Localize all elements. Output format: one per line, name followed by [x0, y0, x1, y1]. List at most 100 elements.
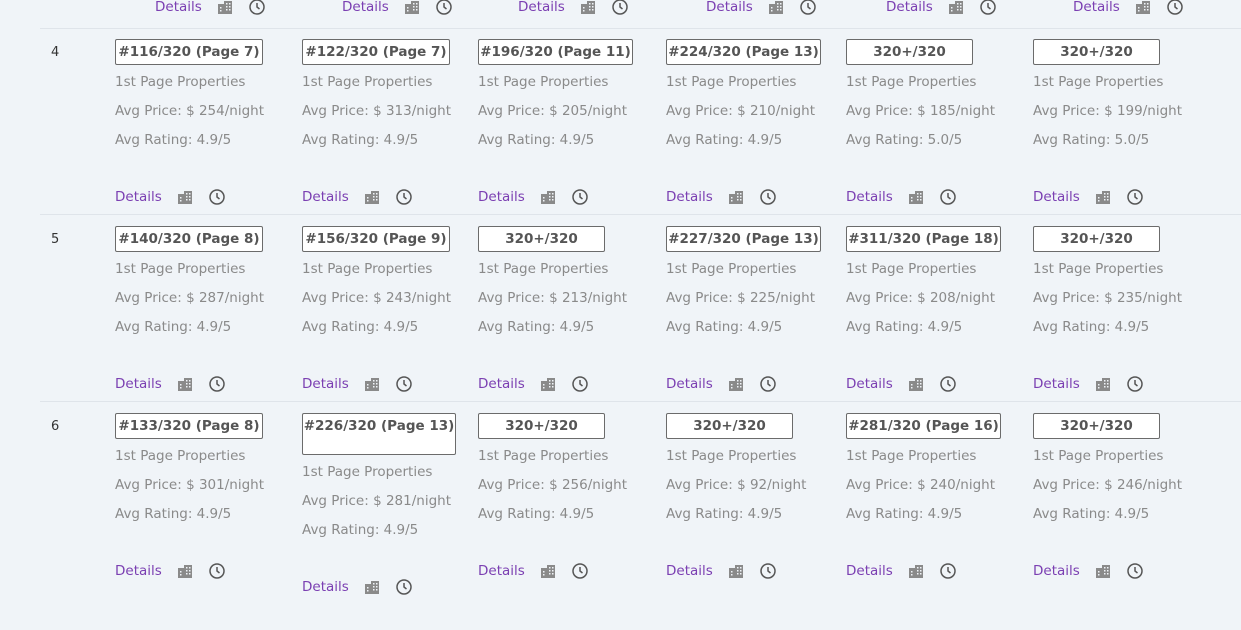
history-clock-icon[interactable] [759, 188, 777, 206]
rank-position-badge[interactable]: 320+/320 [478, 226, 605, 252]
rank-cell: #140/320 (Page 8) 1st Page Properties Av… [115, 226, 264, 392]
building-icon[interactable] [216, 0, 234, 16]
rank-position-badge[interactable]: 320+/320 [666, 413, 793, 439]
details-link[interactable]: Details [666, 189, 713, 205]
details-link[interactable]: Details [706, 0, 753, 15]
avg-rating: Avg Rating: 4.9/5 [302, 522, 419, 538]
rank-cell: #156/320 (Page 9) 1st Page Properties Av… [302, 226, 451, 392]
building-icon[interactable] [176, 562, 194, 580]
building-icon[interactable] [539, 188, 557, 206]
history-clock-icon[interactable] [208, 562, 226, 580]
details-link[interactable]: Details [1033, 376, 1080, 392]
building-icon[interactable] [176, 375, 194, 393]
details-link[interactable]: Details [342, 0, 389, 15]
building-icon[interactable] [579, 0, 597, 16]
building-icon[interactable] [363, 188, 381, 206]
details-link[interactable]: Details [302, 376, 349, 392]
building-icon[interactable] [1094, 562, 1112, 580]
history-clock-icon[interactable] [571, 375, 589, 393]
details-link[interactable]: Details [302, 189, 349, 205]
rank-position-badge[interactable]: #140/320 (Page 8) [115, 226, 263, 252]
building-icon[interactable] [363, 578, 381, 596]
history-clock-icon[interactable] [435, 0, 453, 16]
history-clock-icon[interactable] [208, 375, 226, 393]
building-icon[interactable] [1134, 0, 1152, 16]
details-link[interactable]: Details [886, 0, 933, 15]
building-icon[interactable] [947, 0, 965, 16]
building-icon[interactable] [907, 188, 925, 206]
history-clock-icon[interactable] [1126, 375, 1144, 393]
details-link[interactable]: Details [155, 0, 202, 15]
building-icon[interactable] [1094, 375, 1112, 393]
rank-position-badge[interactable]: #311/320 (Page 18) [846, 226, 1001, 252]
details-link[interactable]: Details [846, 563, 893, 579]
history-clock-icon[interactable] [1126, 562, 1144, 580]
details-link[interactable]: Details [478, 189, 525, 205]
rank-position-badge[interactable]: #116/320 (Page 7) [115, 39, 263, 65]
history-clock-icon[interactable] [248, 0, 266, 16]
building-icon[interactable] [403, 0, 421, 16]
first-page-label: 1st Page Properties [115, 261, 246, 277]
history-clock-icon[interactable] [939, 375, 957, 393]
details-link[interactable]: Details [846, 189, 893, 205]
details-link[interactable]: Details [478, 376, 525, 392]
history-clock-icon[interactable] [1126, 188, 1144, 206]
building-icon[interactable] [176, 188, 194, 206]
building-icon[interactable] [727, 188, 745, 206]
history-clock-icon[interactable] [799, 0, 817, 16]
building-icon[interactable] [907, 562, 925, 580]
building-icon[interactable] [907, 375, 925, 393]
building-icon[interactable] [727, 562, 745, 580]
details-link[interactable]: Details [115, 376, 162, 392]
details-link[interactable]: Details [302, 579, 349, 595]
rank-position-badge[interactable]: #224/320 (Page 13) [666, 39, 821, 65]
history-clock-icon[interactable] [395, 188, 413, 206]
details-link[interactable]: Details [1073, 0, 1120, 15]
building-icon[interactable] [767, 0, 785, 16]
avg-price: Avg Price: $ 313/night [302, 103, 451, 119]
building-icon[interactable] [539, 375, 557, 393]
rank-position-badge[interactable]: #133/320 (Page 8) [115, 413, 263, 439]
details-link[interactable]: Details [115, 563, 162, 579]
details-link[interactable]: Details [846, 376, 893, 392]
details-link[interactable]: Details [115, 189, 162, 205]
avg-rating: Avg Rating: 4.9/5 [115, 506, 232, 522]
rank-position-badge[interactable]: 320+/320 [1033, 413, 1160, 439]
rank-position-badge[interactable]: #156/320 (Page 9) [302, 226, 450, 252]
history-clock-icon[interactable] [939, 562, 957, 580]
building-icon[interactable] [727, 375, 745, 393]
rank-position-badge[interactable]: 320+/320 [478, 413, 605, 439]
history-clock-icon[interactable] [571, 562, 589, 580]
rank-position-badge[interactable]: #122/320 (Page 7) [302, 39, 450, 65]
avg-price: Avg Price: $ 210/night [666, 103, 815, 119]
rank-position-badge[interactable]: #226/320 (Page 13) [302, 413, 456, 455]
history-clock-icon[interactable] [208, 188, 226, 206]
details-link[interactable]: Details [666, 376, 713, 392]
building-icon[interactable] [539, 562, 557, 580]
rank-position-badge[interactable]: #281/320 (Page 16) [846, 413, 1001, 439]
details-link[interactable]: Details [666, 563, 713, 579]
history-clock-icon[interactable] [395, 375, 413, 393]
history-clock-icon[interactable] [939, 188, 957, 206]
history-clock-icon[interactable] [979, 0, 997, 16]
avg-rating: Avg Rating: 4.9/5 [302, 132, 419, 148]
history-clock-icon[interactable] [395, 578, 413, 596]
building-icon[interactable] [363, 375, 381, 393]
rank-position-badge[interactable]: 320+/320 [1033, 226, 1160, 252]
rank-position-badge[interactable]: 320+/320 [846, 39, 973, 65]
history-clock-icon[interactable] [759, 375, 777, 393]
avg-price: Avg Price: $ 256/night [478, 477, 627, 493]
history-clock-icon[interactable] [1166, 0, 1184, 16]
rank-position-badge[interactable]: #227/320 (Page 13) [666, 226, 821, 252]
history-clock-icon[interactable] [571, 188, 589, 206]
history-clock-icon[interactable] [611, 0, 629, 16]
rank-position-badge[interactable]: #196/320 (Page 11) [478, 39, 633, 65]
rank-position-badge[interactable]: 320+/320 [1033, 39, 1160, 65]
building-icon[interactable] [1094, 188, 1112, 206]
details-link[interactable]: Details [478, 563, 525, 579]
details-link[interactable]: Details [1033, 189, 1080, 205]
details-link[interactable]: Details [1033, 563, 1080, 579]
details-link[interactable]: Details [518, 0, 565, 15]
rank-cell: 320+/320 1st Page Properties Avg Price: … [846, 39, 995, 205]
history-clock-icon[interactable] [759, 562, 777, 580]
